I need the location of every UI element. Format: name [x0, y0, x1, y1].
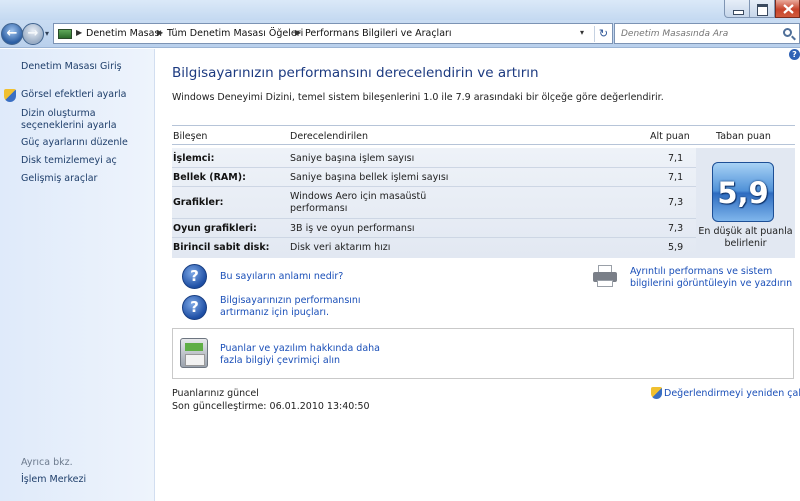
column-header-rated: Derecelendirilen [290, 131, 368, 142]
component-subscore: 7,1 [668, 172, 684, 183]
search-input[interactable] [621, 27, 771, 41]
row-divider [172, 186, 696, 187]
help-icon[interactable]: ? [789, 49, 800, 60]
print-details-link[interactable]: Ayrıntılı performans ve sistem bilgileri… [630, 266, 795, 290]
base-score-cell: 5,9 En düşük alt puanla belirlenir [696, 148, 795, 258]
row-divider [172, 167, 696, 168]
component-name: İşlemci: [173, 153, 215, 164]
component-subscore: 7,3 [668, 197, 684, 208]
page-description: Windows Deneyimi Dizini, temel sistem bi… [172, 92, 664, 103]
breadcrumb-performance[interactable]: Performans Bilgileri ve Araçları [305, 28, 452, 39]
back-arrow-icon: ← [6, 26, 18, 41]
title-bar [0, 0, 800, 20]
forward-arrow-icon: → [27, 26, 39, 41]
address-bar[interactable]: ▶ Denetim Masası ▶ Tüm Denetim Masası Öğ… [53, 23, 613, 44]
score-status: Puanlarınız güncel [172, 388, 259, 399]
breadcrumb-control-panel[interactable]: Denetim Masası [86, 28, 162, 39]
breadcrumb-separator-icon[interactable]: ▶ [157, 28, 163, 37]
page-title: Bilgisayarınızın performansını derecelen… [172, 65, 539, 81]
online-info-panel: Puanlar ve yazılım hakkında daha fazla b… [172, 328, 794, 379]
close-button[interactable] [775, 0, 800, 18]
search-icon[interactable] [783, 28, 792, 37]
meaning-link[interactable]: Bu sayıların anlamı nedir? [220, 271, 343, 283]
component-subscore: 7,3 [668, 223, 684, 234]
breadcrumb-separator-icon[interactable]: ▶ [295, 28, 301, 37]
sidebar-link-advanced-tools[interactable]: Gelişmiş araçlar [21, 173, 97, 185]
breadcrumb-separator-icon[interactable]: ▶ [76, 28, 82, 37]
question-icon: ? [182, 295, 207, 320]
breadcrumb-all-items[interactable]: Tüm Denetim Masası Öğeleri [167, 28, 303, 39]
column-header-subscore: Alt puan [650, 131, 690, 142]
component-name: Birincil sabit disk: [173, 242, 270, 253]
uac-shield-icon [4, 89, 16, 102]
uac-shield-icon [651, 387, 662, 399]
row-divider [172, 218, 696, 219]
maximize-button[interactable] [750, 0, 775, 18]
forward-button[interactable]: → [22, 23, 44, 45]
last-update-text: Son güncelleştirme: 06.01.2010 13:40:50 [172, 401, 370, 412]
question-icon: ? [182, 264, 207, 289]
see-also-heading: Ayrıca bkz. [21, 457, 73, 468]
history-dropdown-icon[interactable]: ▾ [45, 29, 49, 38]
sidebar-link-power-settings[interactable]: Güç ayarlarını düzenle [21, 137, 128, 149]
printer-icon [593, 265, 617, 287]
table-body: İşlemci: Saniye başına işlem sayısı 7,1 … [172, 148, 696, 258]
sidebar-link-disk-cleanup[interactable]: Disk temizlemeyi aç [21, 155, 117, 167]
left-navigation-pane: Denetim Masası Giriş Görsel efektleri ay… [0, 49, 155, 501]
row-divider [172, 237, 696, 238]
column-header-component: Bileşen [173, 131, 208, 142]
base-score-badge: 5,9 [712, 162, 774, 222]
search-box[interactable] [614, 23, 800, 44]
sidebar-link-indexing-options[interactable]: Dizin oluşturma seçeneklerini ayarla [21, 108, 149, 132]
component-name: Grafikler: [173, 197, 224, 208]
performance-tips-link[interactable]: Bilgisayarınızın performansını artırmanı… [220, 295, 390, 319]
software-info-icon [180, 338, 208, 368]
component-name: Oyun grafikleri: [173, 223, 257, 234]
base-score-caption: En düşük alt puanla belirlenir [698, 226, 793, 249]
component-description: Saniye başına işlem sayısı [290, 153, 415, 164]
component-description: Disk veri aktarım hızı [290, 242, 391, 253]
back-button[interactable]: ← [1, 23, 23, 45]
refresh-button[interactable]: ↻ [594, 26, 612, 42]
component-subscore: 5,9 [668, 242, 684, 253]
table-header: Bileşen Derecelendirilen Alt puan Taban … [172, 125, 795, 145]
address-dropdown-icon[interactable]: ▾ [580, 28, 584, 37]
control-panel-icon [58, 29, 72, 39]
navigation-bar: ← → ▾ ▶ Denetim Masası ▶ Tüm Denetim Mas… [0, 20, 800, 48]
refresh-icon: ↻ [598, 27, 609, 40]
sidebar-link-action-center[interactable]: İşlem Merkezi [21, 474, 86, 486]
sidebar-link-visual-effects[interactable]: Görsel efektleri ayarla [21, 89, 126, 101]
close-icon [783, 4, 794, 14]
component-description: Windows Aero için masaüstü performansı [290, 191, 427, 214]
component-subscore: 7,1 [668, 153, 684, 164]
rerun-assessment-link[interactable]: Değerlendirmeyi yeniden çalıştır [664, 388, 800, 399]
online-info-link[interactable]: Puanlar ve yazılım hakkında daha fazla b… [220, 343, 390, 367]
sidebar-link-control-panel-home[interactable]: Denetim Masası Giriş [21, 61, 122, 73]
component-name: Bellek (RAM): [173, 172, 246, 183]
component-description: 3B iş ve oyun performansı [290, 223, 415, 234]
minimize-button[interactable] [724, 0, 750, 18]
column-header-base-score: Taban puan [716, 131, 771, 142]
component-description: Saniye başına bellek işlemi sayısı [290, 172, 449, 183]
